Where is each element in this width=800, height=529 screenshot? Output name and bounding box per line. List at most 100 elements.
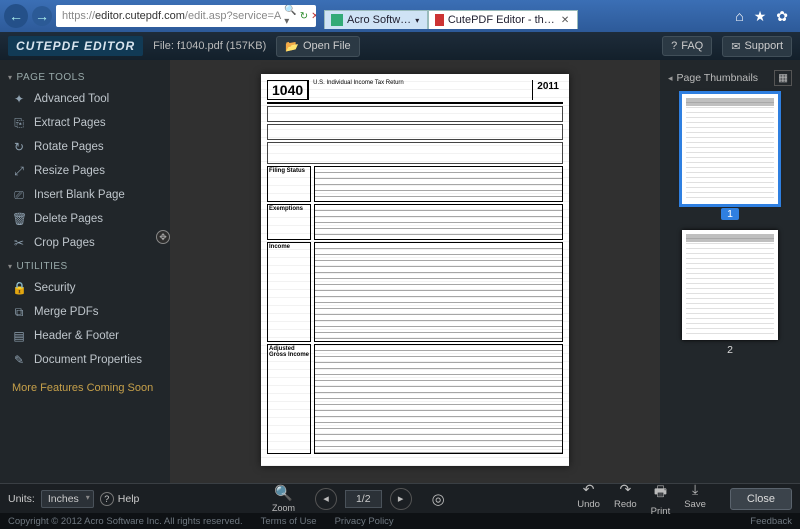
tab-favicon-icon [331,14,343,26]
sidebar-item-advanced-tool[interactable]: ✦ Advanced Tool [6,87,164,111]
sidebar-item-document-properties[interactable]: ✎ Document Properties [6,348,164,372]
address-bar[interactable]: https://editor.cutepdf.com/edit.asp?serv… [56,5,316,27]
sidebar-item-security[interactable]: 🔒Security [6,276,164,300]
fit-page-button[interactable]: ◎ [432,490,445,508]
form-section-body [314,204,563,240]
thumbnail-number: 2 [666,344,794,356]
form-section-label: Exemptions [267,204,311,240]
help-label: Help [118,493,140,505]
open-file-label: Open File [303,40,351,52]
print-button[interactable]: 🖶Print [651,481,671,517]
form-header: 1040 U.S. Individual Income Tax Return 2… [267,80,563,104]
tab-acro-software[interactable]: Acro Softw… ▾ [324,10,428,29]
bottom-right: ↶Undo ↷Redo 🖶Print ⤓Save Close [577,481,792,517]
sidebar-item-merge-pdfs[interactable]: ⧉Merge PDFs [6,300,164,324]
favorites-icon[interactable]: ★ [754,8,767,25]
faq-button[interactable]: ? FAQ [662,36,712,56]
page-thumbnail-1[interactable] [682,94,778,204]
save-icon: ⤓ [692,481,698,498]
sidebar-item-label: Advanced Tool [34,93,109,105]
form-section: Exemptions [267,204,563,240]
feedback-link[interactable]: Feedback [750,516,792,527]
tools-icon[interactable]: ✿ [776,8,788,25]
form-section-label: Adjusted Gross Income [267,344,311,454]
bottom-toolbar: Units: Inches ? Help 🔍 Zoom ◂ 1/2 ▸ ◎ ↶U… [0,483,800,513]
sidebar: PAGE TOOLS ✦Advanced Tool⎘Extract Pages↻… [0,60,170,483]
tab-dropdown-icon[interactable]: ▾ [415,16,419,25]
form-title: U.S. Individual Income Tax Return [308,80,533,100]
units-select[interactable]: Inches [41,490,94,508]
sidebar-item-rotate-pages[interactable]: ↻ Rotate Pages [6,135,164,159]
home-icon[interactable]: ⌂ [735,8,743,25]
sidebar-icon: ↻ [12,140,26,154]
sidebar-item-header-footer[interactable]: ▤Header & Footer [6,324,164,348]
sidebar-icon: ⎚ [12,188,26,202]
form-section-body [314,242,563,342]
sidebar-item-resize-pages[interactable]: ⤢ Resize Pages [6,159,164,183]
stop-icon[interactable]: ✕ [311,11,316,22]
undo-icon: ↶ [583,481,595,498]
help-button[interactable]: ? Help [100,492,140,506]
search-dropdown-icon[interactable]: 🔍 ▾ [284,5,296,27]
document-viewer[interactable]: ✥ 1040 U.S. Individual Income Tax Return… [170,60,660,483]
tab-close-icon[interactable]: ✕ [561,15,569,26]
form-section: Adjusted Gross Income [267,344,563,454]
form-row [267,106,563,122]
save-button[interactable]: ⤓Save [684,481,706,517]
sidebar-icon: ⎘ [12,116,26,130]
redo-icon: ↷ [619,481,631,498]
forward-button[interactable]: → [32,6,52,26]
back-button[interactable]: ← [4,4,28,28]
url-controls: 🔍 ▾ ↻ ✕ [284,5,316,27]
prev-page-button[interactable]: ◂ [315,488,337,510]
page-canvas[interactable]: 1040 U.S. Individual Income Tax Return 2… [261,74,569,466]
thumbnail-options-icon[interactable]: ▦ [774,70,792,86]
zoom-label: Zoom [272,503,295,513]
app-body: PAGE TOOLS ✦Advanced Tool⎘Extract Pages↻… [0,60,800,483]
sidebar-item-label: Security [34,282,76,294]
sidebar-section-page-tools[interactable]: PAGE TOOLS [6,66,164,87]
sidebar-item-label: Merge PDFs [34,306,99,318]
page-thumbnail-2[interactable] [682,230,778,340]
sidebar-icon: ✦ [12,92,26,106]
close-button[interactable]: Close [730,488,792,510]
undo-button[interactable]: ↶Undo [577,481,600,517]
zoom-button[interactable]: 🔍 Zoom [272,484,295,513]
sidebar-item-extract-pages[interactable]: ⎘Extract Pages [6,111,164,135]
sidebar-section-utilities[interactable]: UTILITIES [6,255,164,276]
sidebar-item-label: Rotate Pages [34,141,104,153]
sidebar-icon: ✎ [12,353,26,367]
tab-favicon-icon [435,14,444,26]
tab-label: CutePDF Editor - th… [448,14,555,26]
help-icon: ? [100,492,114,506]
sidebar-item-label: Resize Pages [34,165,105,177]
sidebar-item-insert-blank-page[interactable]: ⎚Insert Blank Page [6,183,164,207]
copyright: Copyright © 2012 Acro Software Inc. All … [8,516,243,527]
support-button[interactable]: ✉ Support [722,36,792,57]
faq-icon: ? [671,40,677,52]
action-label: Undo [577,499,600,510]
next-page-button[interactable]: ▸ [390,488,412,510]
privacy-link[interactable]: Privacy Policy [335,516,394,527]
sidebar-icon: ⤢ [12,164,26,178]
tab-strip: Acro Softw… ▾ CutePDF Editor - th… ✕ [324,3,723,29]
app-logo: CUTEPDF EDITOR [8,36,143,56]
support-label: Support [744,40,783,52]
grab-cursor-icon: ✥ [156,230,170,244]
url-text: https://editor.cutepdf.com/edit.asp?serv… [62,10,281,22]
form-number: 1040 [267,80,308,100]
refresh-icon[interactable]: ↻ [300,11,308,22]
thumbnail-header[interactable]: Page Thumbnails ▦ [666,66,794,94]
redo-button[interactable]: ↷Redo [614,481,637,517]
tab-cutepdf-editor[interactable]: CutePDF Editor - th… ✕ [428,10,578,29]
current-file-label: File: f1040.pdf (157KB) [153,40,266,52]
page-indicator[interactable]: 1/2 [345,490,382,508]
sidebar-item-label: Document Properties [34,354,142,366]
sidebar-item-label: Crop Pages [34,237,95,249]
browser-toolbar: ← → https://editor.cutepdf.com/edit.asp?… [0,0,800,32]
form-section: Income [267,242,563,342]
sidebar-item-delete-pages[interactable]: 🗑Delete Pages [6,207,164,231]
open-file-button[interactable]: 📂 Open File [276,36,359,57]
sidebar-item-crop-pages[interactable]: ✂Crop Pages [6,231,164,255]
terms-link[interactable]: Terms of Use [261,516,317,527]
